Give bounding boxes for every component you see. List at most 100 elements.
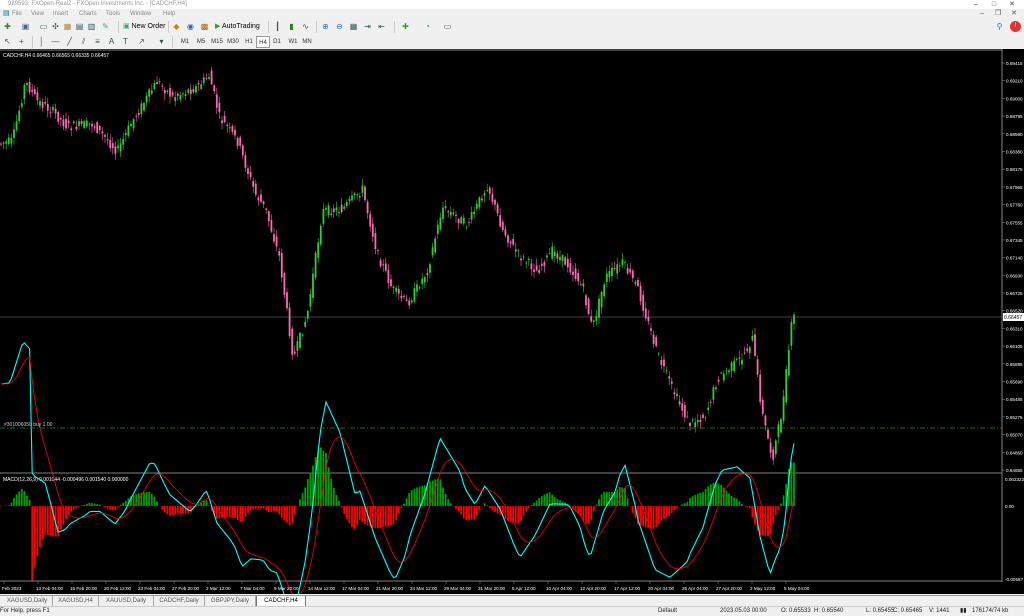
candle-body [791,322,793,346]
timeframe-d1[interactable]: D1 [270,36,284,48]
maximize-icon[interactable]: □ [986,0,1002,9]
new-chart-icon[interactable]: ✚ [2,21,13,32]
timeframe-h4[interactable]: H4 [256,36,270,48]
macd-histogram-bar [16,494,18,506]
close-icon[interactable]: ✕ [1004,0,1020,9]
macd-histogram-bar [746,506,748,507]
candle-body [606,273,608,281]
templates-icon[interactable]: ▭ [442,21,453,32]
crosshair-icon[interactable]: + [16,36,27,47]
candle-body [739,357,741,358]
candlestick-icon[interactable]: ▮ [286,21,297,32]
experts-icon[interactable]: ◉ [185,21,196,32]
chart-window[interactable]: CADCHF,H4 0.66465 0.66565 0.66335 0.6645… [0,49,1024,594]
macd-histogram-bar [299,499,301,506]
macd-histogram-bar [403,504,405,506]
timeframe-m30[interactable]: M30 [226,36,240,48]
notifications-icon[interactable]: ! [1010,21,1021,32]
candle-body [512,239,514,245]
label-tool-icon[interactable]: T [120,36,131,47]
candle-body [411,300,413,302]
menu-insert[interactable]: Insert [53,9,68,19]
child-minimize-icon[interactable]: – [976,9,988,19]
line-chart-icon[interactable]: ∿ [300,21,311,32]
fibonacci-icon[interactable]: ≡ [92,36,103,47]
timeframe-w1[interactable]: W1 [286,36,300,48]
price-chart[interactable]: CADCHF,H4 0.66465 0.66565 0.66335 0.6645… [0,49,1024,594]
menu-file[interactable]: File [12,9,22,19]
menu-help[interactable]: Help [163,9,175,19]
autotrading-button[interactable]: ▶ AutoTrading [213,21,262,33]
shapes-icon[interactable]: ▾ [156,36,167,47]
price-tick-label: 0.68795 [1006,114,1023,119]
chart-shift-icon[interactable]: ⇤ [376,21,387,32]
tab-xauusd-daily[interactable]: XAUUSD,Daily [99,596,154,606]
timeframe-m5[interactable]: M5 [194,36,208,48]
candle-body [169,88,171,97]
macd-histogram-bar [658,506,660,524]
strategy-tester-icon[interactable]: ▥ [86,21,97,32]
candle-body [689,423,691,426]
trendline-icon[interactable]: ╱ [64,36,75,47]
terminal-icon[interactable]: ▤ [74,21,85,32]
horizontal-line-icon[interactable]: — [50,36,61,47]
candle-body [427,273,429,275]
search-icon[interactable]: ⚲ [994,21,1005,32]
auto-scroll-icon[interactable]: ⇥ [362,21,373,32]
market-watch-icon[interactable]: ▭ [38,21,49,32]
macd-histogram-bar [687,502,689,506]
minimize-icon[interactable]: – [968,0,984,9]
timeframe-m1[interactable]: M1 [178,36,192,48]
profiles-icon[interactable]: ▣ [20,21,31,32]
new-order-button[interactable]: ▣ New Order [121,21,167,33]
cursor-icon[interactable]: ↖ [2,36,13,47]
zoom-out-icon[interactable]: ⊖ [334,21,345,32]
tile-windows-icon[interactable]: ▦ [348,21,359,32]
child-restore-icon[interactable]: ❐ [992,9,1004,19]
menu-view[interactable]: View [31,9,44,19]
channel-icon[interactable]: ⫽ [78,36,89,47]
candle-body [466,227,468,228]
tab-cadchf-daily[interactable]: CADCHF,Daily [154,596,205,606]
candle-body [78,121,80,126]
tab-gbpjpy-daily[interactable]: GBPJPY,Daily [205,596,256,606]
child-close-icon[interactable]: ✕ [1008,9,1020,19]
tab-xagusd-daily[interactable]: XAGUSD,Daily [2,596,53,606]
metaeditor-icon[interactable]: ◆ [171,21,182,32]
macd-histogram-bar [330,479,332,506]
zoom-in-icon[interactable]: ⊕ [320,21,331,32]
arrows-icon[interactable]: ↗ [136,36,147,47]
candle-body [661,360,663,365]
menu-tools[interactable]: Tools [106,9,120,19]
chart-header: CADCHF,H4 0.66465 0.66565 0.66335 0.6645… [3,53,109,59]
price-tick-label: 0.65895 [1006,362,1023,367]
candle-body [219,103,221,112]
data-window-icon[interactable]: ✣ [50,21,61,32]
macd-histogram-bar [169,506,171,516]
app-menu-icon[interactable]: ▤ [3,9,10,19]
candle-body [382,264,384,265]
menu-window[interactable]: Window [130,9,151,19]
timeframe-m15[interactable]: M15 [210,36,224,48]
candle-body [367,202,369,213]
candle-body [44,102,46,103]
candle-body [174,97,176,101]
menu-charts[interactable]: Charts [79,9,97,19]
timeframe-h1[interactable]: H1 [242,36,256,48]
bar-chart-icon[interactable]: ┃ [272,21,283,32]
tab-xagusd-h4[interactable]: XAGUSD,H4 [53,596,99,606]
periods-icon[interactable]: ◔ [422,21,433,32]
macd-histogram-bar [151,494,153,506]
vertical-line-icon[interactable]: │ [36,36,47,47]
candle-body [666,370,668,371]
candle-body [518,251,520,252]
indicators-icon[interactable]: ✚ [400,21,411,32]
macd-histogram-bar [242,506,244,521]
scripts-icon[interactable]: ▩ [199,21,210,32]
order-icon[interactable]: ✎ [100,21,111,32]
timeframe-mn[interactable]: MN [300,36,314,48]
candle-body [37,92,39,100]
text-tool-icon[interactable]: A [106,36,117,47]
time-tick-label: 9 Mar 20:00 [274,586,299,591]
navigator-icon[interactable]: ▦ [62,21,73,32]
